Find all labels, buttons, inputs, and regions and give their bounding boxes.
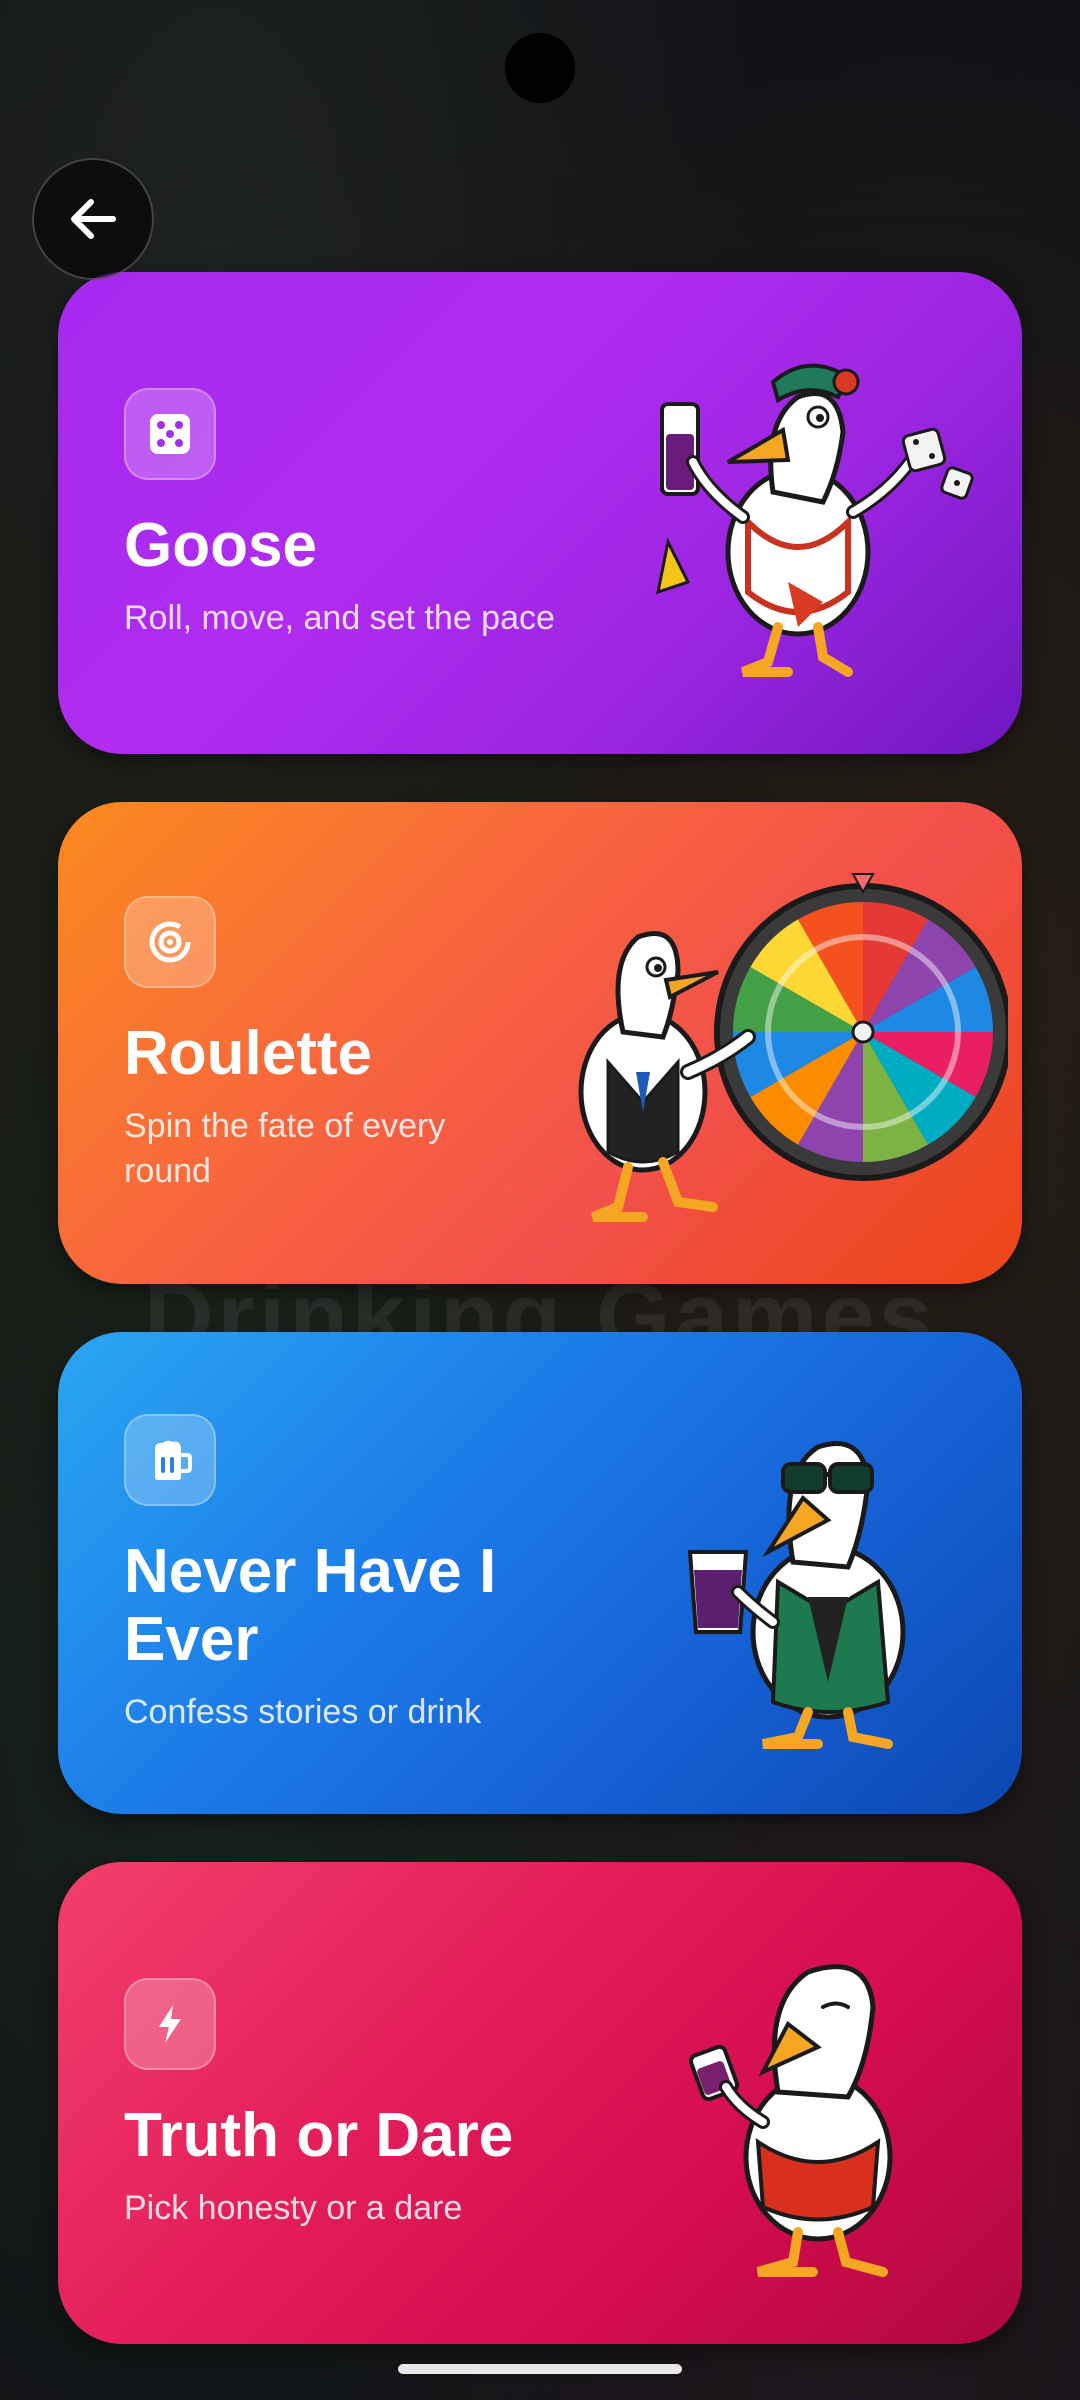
card-subtitle: Pick honesty or a dare — [124, 2189, 463, 2227]
card-subtitle: Spin the fate of every round — [124, 1107, 446, 1190]
home-indicator[interactable] — [398, 2364, 682, 2374]
game-card-truth-or-dare[interactable]: Truth or Dare Pick honesty or a dare — [58, 1862, 1022, 2344]
goose-mascot-embarrassed — [688, 1964, 893, 2277]
game-selection-screen: Drinking Games Goose Roll, move, and set… — [0, 0, 1080, 2400]
card-title: Never Have I Ever — [124, 1537, 497, 1674]
game-card-roulette[interactable]: Roulette Spin the fate of every round — [58, 802, 1022, 1284]
card-subtitle: Roll, move, and set the pace — [124, 599, 555, 637]
lightning-icon — [124, 1978, 216, 2070]
game-card-never-have-i-ever[interactable]: Never Have I Ever Confess stories or dri… — [58, 1332, 1022, 1814]
arrow-left-icon — [71, 199, 116, 239]
beer-mug-icon — [124, 1414, 216, 1506]
goose-mascot-with-dice — [656, 363, 974, 677]
target-icon — [124, 896, 216, 988]
card-subtitle: Confess stories or drink — [124, 1693, 482, 1731]
goose-mascot-with-sunglasses — [687, 1441, 906, 1749]
card-title: Truth or Dare — [124, 2101, 514, 2170]
roulette-wheel-mascot — [578, 873, 1008, 1222]
back-button[interactable] — [32, 158, 154, 280]
camera-cutout — [505, 33, 575, 103]
card-title: Goose — [124, 511, 317, 580]
game-card-goose[interactable]: Goose Roll, move, and set the pace — [58, 272, 1022, 754]
dice-icon — [124, 388, 216, 480]
